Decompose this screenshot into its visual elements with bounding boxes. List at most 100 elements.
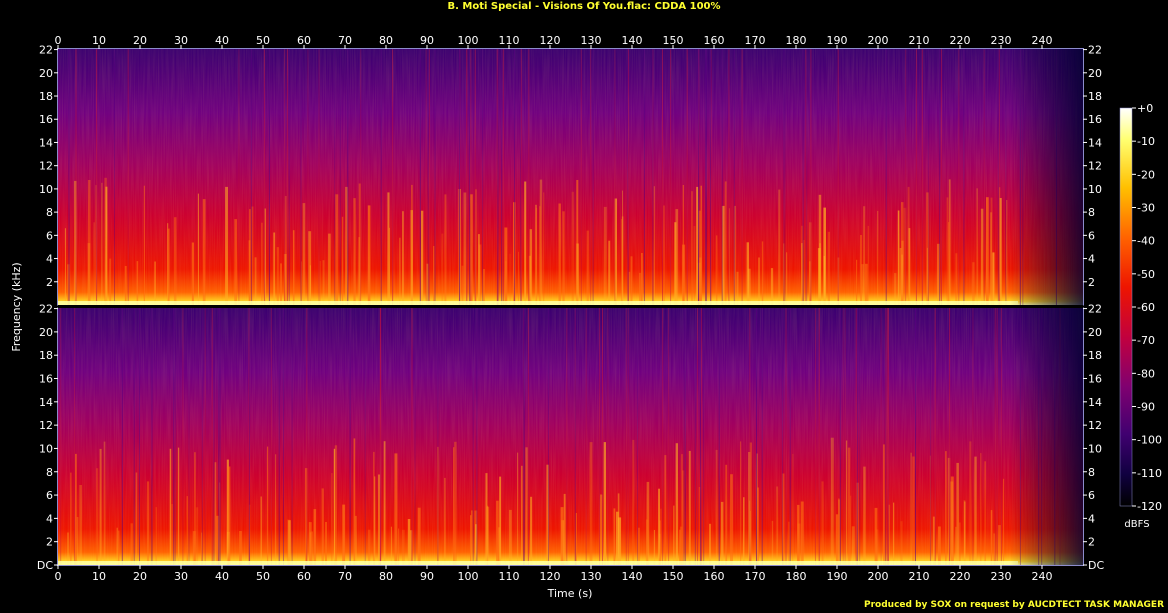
y-tick-label: 22	[39, 303, 53, 316]
y-tick-label: 16	[1088, 373, 1102, 386]
x-tick-label: 240	[1032, 570, 1053, 583]
x-tick-label: 10	[92, 34, 106, 47]
x-tick-label: 20	[133, 570, 147, 583]
colorbar-tick-label: +0	[1137, 102, 1153, 115]
x-tick-label: 60	[297, 34, 311, 47]
channel-2-spectrogram	[58, 308, 1083, 565]
x-tick-label: 130	[581, 34, 602, 47]
colorbar-label: dBFS	[1124, 519, 1149, 530]
colorbar-tick-label: -90	[1137, 401, 1155, 414]
x-tick-label: 120	[540, 570, 561, 583]
spectrogram-chart: 0 10 20 30 40 50 60 70 80 90 100 110 120 130 140 150 160…	[10, 34, 1162, 600]
x-tick-label: 150	[663, 570, 684, 583]
x-tick-label: 200	[868, 570, 889, 583]
colorbar-tick-label: -40	[1137, 235, 1155, 248]
y-tick-label: 20	[39, 67, 53, 80]
y-tick-label: 8	[46, 466, 53, 479]
y-tick-label: 10	[1088, 183, 1102, 196]
y-tick-label: 12	[39, 419, 53, 432]
y-tick-label: 10	[39, 183, 53, 196]
x-tick-label: 10	[92, 570, 106, 583]
y-tick-label: 20	[1088, 326, 1102, 339]
y-tick-label: 16	[39, 113, 53, 126]
colorbar-tick-label: -50	[1137, 268, 1155, 281]
footer-credit: Produced by SOX on request by AUCDTECT T…	[864, 600, 1164, 610]
colorbar-tick-label: -80	[1137, 367, 1155, 380]
x-tick-label: 20	[133, 34, 147, 47]
y-tick-label: 12	[39, 160, 53, 173]
colorbar-ticks: +0 -10 -20 -30 -40 -50 -60 -70 -80 -90 -100 -110 -12…	[1132, 102, 1162, 513]
x-tick-label: 240	[1032, 34, 1053, 47]
x-axis-top: 0 10 20 30 40 50 60 70 80 90 100 110 120 130 140 150 160…	[55, 34, 1053, 49]
x-tick-label: 50	[256, 34, 270, 47]
x-tick-label: 120	[540, 34, 561, 47]
y-tick-label: 2	[1088, 276, 1095, 289]
y-tick-label: 12	[1088, 160, 1102, 173]
x-tick-label: 110	[499, 570, 520, 583]
y-tick-label: 4	[1088, 512, 1095, 525]
x-tick-label: 100	[458, 570, 479, 583]
x-tick-label: 40	[215, 34, 229, 47]
colorbar-tick-label: -100	[1137, 434, 1162, 447]
x-axis-bottom: 0 10 20 30 40 50 60 70 80 90 100 110 120 130 140 150 160…	[55, 565, 1053, 583]
y-tick-label: 14	[1088, 136, 1102, 149]
x-tick-label: 220	[950, 34, 971, 47]
y-tick-label: 18	[39, 349, 53, 362]
x-tick-label: 230	[991, 34, 1012, 47]
x-tick-label: 180	[786, 34, 807, 47]
x-tick-label: 190	[827, 570, 848, 583]
y-tick-label: 20	[39, 326, 53, 339]
y-tick-label: DC	[37, 559, 53, 572]
x-tick-label: 110	[499, 34, 520, 47]
y-tick-label: 6	[46, 489, 53, 502]
y-tick-label: 4	[46, 253, 53, 266]
x-tick-label: 170	[745, 570, 766, 583]
colorbar-tick-label: -10	[1137, 135, 1155, 148]
y-tick-label: 22	[1088, 44, 1102, 57]
x-tick-label: 90	[420, 34, 434, 47]
y-tick-label: 22	[39, 44, 53, 57]
x-tick-label: 160	[704, 34, 725, 47]
x-tick-label: 30	[174, 570, 188, 583]
y-tick-label: 18	[1088, 349, 1102, 362]
x-tick-label: 220	[950, 570, 971, 583]
y-tick-label: 16	[1088, 113, 1102, 126]
x-tick-label: 170	[745, 34, 766, 47]
y-tick-label: 14	[1088, 396, 1102, 409]
colorbar-tick-label: -60	[1137, 301, 1155, 314]
y-tick-label: 8	[1088, 206, 1095, 219]
y-tick-label: 8	[46, 206, 53, 219]
x-tick-label: 100	[458, 34, 479, 47]
y-tick-label: 18	[1088, 90, 1102, 103]
x-axis-label: Time (s)	[547, 587, 593, 600]
x-tick-label: 0	[55, 570, 62, 583]
colorbar-tick-label: -110	[1137, 467, 1162, 480]
x-tick-label: 40	[215, 570, 229, 583]
colorbar	[1119, 107, 1133, 507]
x-tick-label: 30	[174, 34, 188, 47]
x-tick-label: 180	[786, 570, 807, 583]
x-tick-label: 0	[55, 34, 62, 47]
y-tick-label: 12	[1088, 419, 1102, 432]
y-tick-label: 16	[39, 373, 53, 386]
x-tick-label: 70	[338, 570, 352, 583]
x-tick-label: 190	[827, 34, 848, 47]
y-tick-label: 4	[46, 512, 53, 525]
y-tick-label: 2	[1088, 536, 1095, 549]
x-tick-label: 130	[581, 570, 602, 583]
x-tick-label: 80	[379, 570, 393, 583]
y-tick-label: 6	[46, 229, 53, 242]
y-tick-label: 18	[39, 90, 53, 103]
colorbar-tick-label: -30	[1137, 202, 1155, 215]
y-tick-label: 10	[39, 442, 53, 455]
y-tick-label: 14	[39, 136, 53, 149]
y-tick-label: 14	[39, 396, 53, 409]
y-axis-label: Frequency (kHz)	[10, 262, 23, 351]
x-tick-label: 230	[991, 570, 1012, 583]
y-tick-label: 4	[1088, 253, 1095, 266]
x-tick-label: 210	[909, 34, 930, 47]
x-tick-label: 90	[420, 570, 434, 583]
y-tick-label: 2	[46, 536, 53, 549]
x-tick-label: 70	[338, 34, 352, 47]
y-tick-label: 2	[46, 276, 53, 289]
